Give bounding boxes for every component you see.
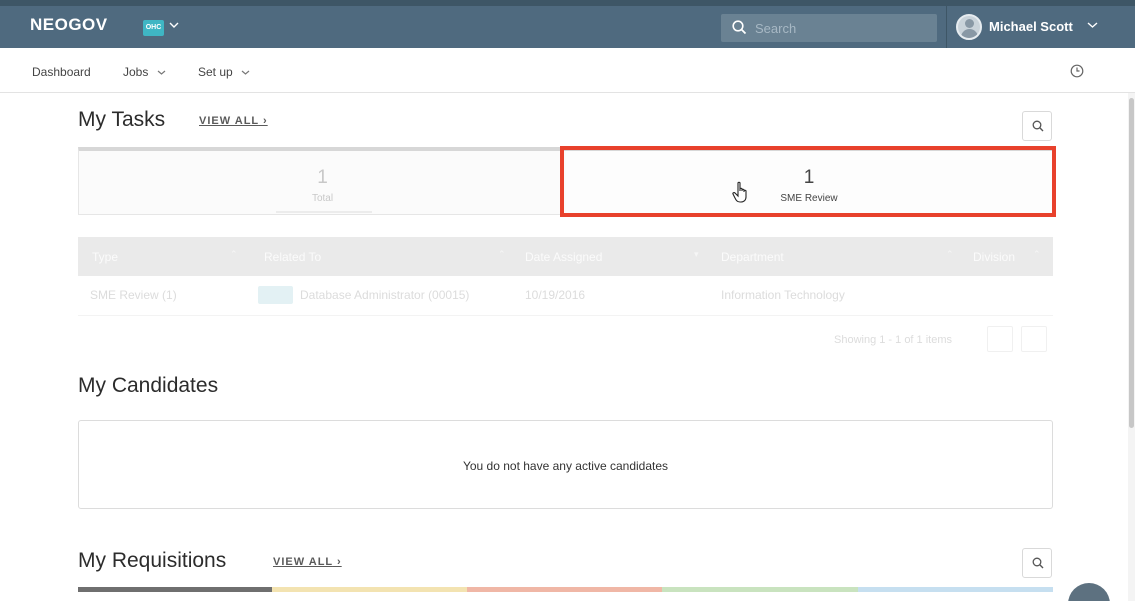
top-header: NEOGOV OHC Michael Scott [0, 0, 1135, 48]
chevron-down-icon [157, 70, 166, 75]
sort-icon[interactable]: ⌃ [498, 249, 506, 260]
cell-date-assigned: 10/19/2016 [525, 288, 586, 302]
scrollbar-thumb[interactable] [1129, 98, 1134, 428]
search-icon [1032, 557, 1044, 569]
search-box[interactable] [721, 14, 937, 42]
tile-sme-review[interactable]: 1 SME Review [566, 151, 1052, 215]
tile-total-label: Total [311, 193, 334, 204]
search-input[interactable] [755, 18, 925, 38]
user-name[interactable]: Michael Scott [989, 19, 1073, 34]
history-icon[interactable] [1070, 64, 1084, 78]
nav-item-setup[interactable]: Set up [198, 65, 250, 79]
tasks-search-button[interactable] [1022, 111, 1052, 141]
empty-state-message: You do not have any active candidates [462, 459, 669, 473]
cell-department: Information Technology [721, 288, 845, 302]
nav-item-dashboard[interactable]: Dashboard [32, 65, 91, 79]
table-row[interactable]: SME Review (1) Database Administrator (0… [78, 276, 1053, 316]
tasks-title: My Tasks [78, 108, 166, 131]
sort-icon[interactable]: ⌃ [946, 249, 954, 260]
status-badge [258, 286, 293, 304]
candidates-title: My Candidates [78, 374, 219, 397]
scrollbar[interactable] [1128, 93, 1135, 601]
chat-button[interactable] [1068, 583, 1110, 601]
next-page-button[interactable] [1021, 326, 1047, 352]
tile-sme-review-label: SME Review [780, 193, 838, 204]
column-header-division[interactable]: Division [973, 250, 1015, 264]
cell-related-to[interactable]: Database Administrator (00015) [300, 288, 469, 302]
column-header-related-to[interactable]: Related To [264, 250, 321, 264]
nav-item-jobs[interactable]: Jobs [123, 65, 166, 79]
requisition-status-bar [858, 587, 1053, 592]
requisitions-search-button[interactable] [1022, 548, 1052, 578]
table-header: Type ⌃ Related To ⌃ Date Assigned ▾ Depa… [78, 237, 1053, 276]
chevron-down-icon [241, 70, 250, 75]
tile-total[interactable]: 1 Total [79, 151, 566, 215]
requisition-status-bar [272, 587, 467, 592]
user-menu[interactable]: Michael Scott [946, 6, 1135, 48]
sort-icon[interactable]: ⌃ [1033, 249, 1041, 260]
hand-cursor-icon [732, 181, 747, 203]
chevron-down-icon[interactable] [169, 21, 179, 29]
cell-type[interactable]: SME Review (1) [90, 288, 177, 302]
tasks-table: Type ⌃ Related To ⌃ Date Assigned ▾ Depa… [78, 237, 1053, 357]
column-header-type[interactable]: Type [92, 250, 118, 264]
pagination-info: Showing 1 - 1 of 1 items [834, 334, 953, 346]
neogov-logo[interactable]: NEOGOV [30, 15, 108, 35]
avatar[interactable] [956, 14, 982, 40]
task-summary-tiles: 1 Total 1 SME Review [78, 147, 1053, 215]
column-header-date-assigned[interactable]: Date Assigned [525, 250, 602, 264]
candidates-panel: You do not have any active candidates [78, 420, 1053, 509]
tile-active-underline [276, 211, 372, 213]
requisition-status-bar [662, 587, 858, 592]
search-icon [1032, 120, 1044, 132]
prev-page-button[interactable] [987, 326, 1013, 352]
sort-icon[interactable]: ▾ [694, 249, 699, 260]
requisition-status-bar [78, 587, 272, 592]
tasks-view-all-link[interactable]: VIEW ALL › [199, 115, 268, 127]
main-nav: Dashboard Jobs Set up [0, 48, 1135, 93]
column-header-department[interactable]: Department [721, 250, 784, 264]
search-icon [732, 20, 747, 35]
sort-icon[interactable]: ⌃ [230, 249, 238, 260]
requisition-status-bar [467, 587, 662, 592]
chevron-down-icon[interactable] [1087, 21, 1098, 29]
product-badge[interactable]: OHC [143, 20, 164, 36]
requisitions-view-all-link[interactable]: VIEW ALL › [273, 556, 342, 568]
requisitions-title: My Requisitions [78, 549, 227, 572]
tile-sme-review-count: 1 [803, 167, 815, 188]
tile-total-count: 1 [317, 167, 328, 188]
